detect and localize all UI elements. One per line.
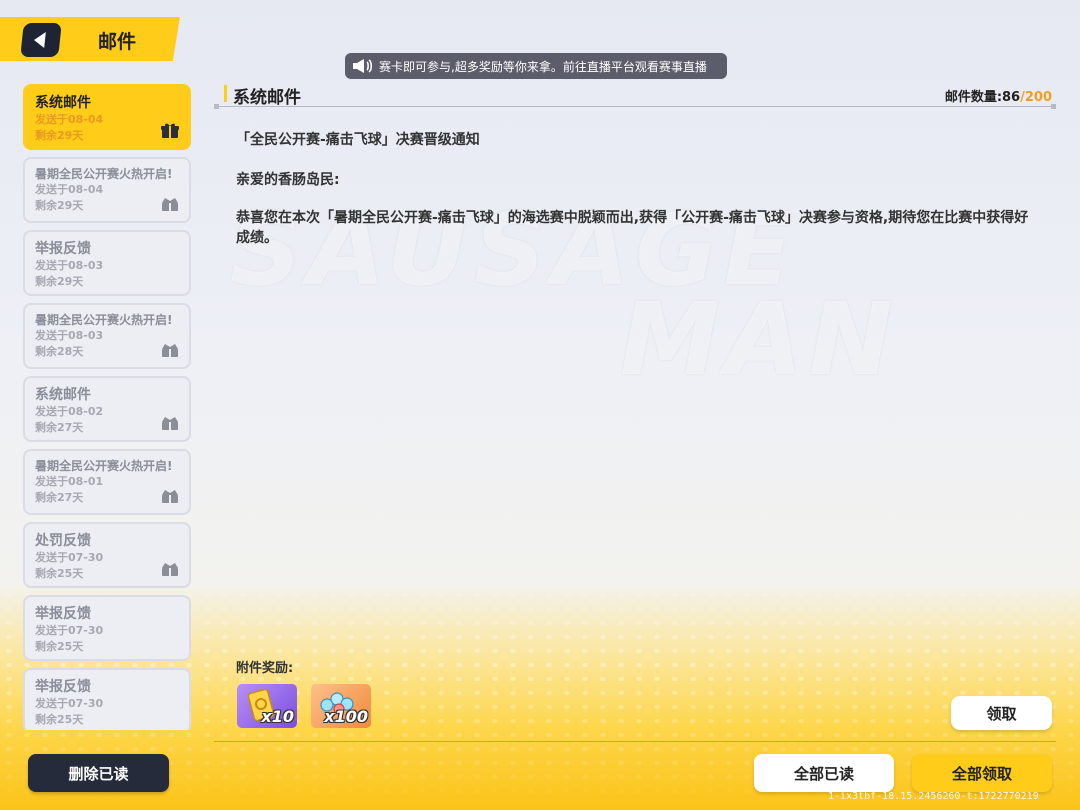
claimed-gift-icon	[161, 488, 179, 504]
mail-greeting: 亲爱的香肠岛民:	[236, 172, 340, 188]
mail-list-item[interactable]: 暑期全民公开赛火热开启! 发送于08-04 剩余29天	[23, 157, 191, 223]
mail-body: 「全民公开赛-痛击飞球」决赛晋级通知 亲爱的香肠岛民: 恭喜您在本次「暑期全民公…	[236, 130, 1036, 266]
header-divider	[214, 104, 1056, 109]
mail-item-sent-date: 发送于07-30	[35, 624, 104, 637]
mail-item-remaining: 剩余29天	[35, 275, 84, 288]
mail-item-title: 暑期全民公开赛火热开启!	[35, 313, 173, 327]
mail-item-sent-date: 发送于08-03	[35, 259, 104, 272]
claimed-gift-icon	[161, 196, 179, 212]
mail-count-label: 邮件数量:	[944, 90, 1003, 105]
mail-item-title: 处罚反馈	[35, 533, 91, 549]
mail-list-item[interactable]: 系统邮件发送于08-04 剩余29天	[23, 84, 191, 150]
claim-all-button[interactable]: 全部领取	[912, 754, 1052, 792]
reward-qty: x100	[324, 707, 368, 726]
mail-content: 恭喜您在本次「暑期全民公开赛-痛击飞球」的海选赛中脱颖而出,获得「公开赛-痛击飞…	[236, 210, 1029, 246]
mail-heading: 系统邮件	[233, 88, 301, 108]
mail-subject: 「全民公开赛-痛击飞球」决赛晋级通知	[236, 132, 480, 148]
mail-item-title: 举报反馈	[35, 241, 91, 257]
title-accent-bar	[224, 85, 227, 102]
mail-item-remaining: 剩余25天	[35, 567, 84, 580]
mail-item-remaining: 剩余29天	[35, 199, 84, 212]
back-button[interactable]	[20, 23, 62, 57]
mail-count-current: 86	[1002, 90, 1021, 105]
mail-count-max: /200	[1020, 90, 1052, 105]
mail-item-remaining: 剩余27天	[35, 491, 84, 504]
claimed-gift-icon	[161, 415, 179, 431]
mail-list[interactable]: 系统邮件 发送于08-04 剩余29天 暑期全民公开赛火热开启! 发送于08-04 剩余2…	[23, 84, 191, 730]
announcement-marquee: 赛卡即可参与,超多奖励等你来拿。前往直播平台观看赛事直播	[345, 53, 727, 79]
megaphone-icon	[345, 53, 379, 79]
mail-item-title: 暑期全民公开赛火热开启!	[35, 459, 173, 473]
mail-item-remaining: 剩余28天	[35, 345, 84, 358]
mail-item-title: 暑期全民公开赛火热开启!	[35, 167, 173, 181]
marquee-text: 赛卡即可参与,超多奖励等你来拿。前往直播平台观看赛事直播	[379, 59, 707, 74]
mail-item-sent-date: 发送于08-02	[35, 405, 104, 418]
mail-item-sent-date: 发送于08-03	[35, 329, 104, 342]
claimed-gift-icon	[161, 561, 179, 577]
delete-read-button[interactable]: 删除已读	[28, 754, 169, 792]
mail-list-item[interactable]: 处罚反馈发送于07-30 剩余25天	[23, 522, 191, 588]
gift-icon	[161, 123, 179, 139]
mail-item-sent-date: 发送于08-01	[35, 475, 104, 488]
mail-item-title: 系统邮件	[35, 95, 91, 111]
mail-item-remaining: 剩余25天	[35, 713, 84, 726]
build-id-text: 1-ix3tbf-18.15.2456260-t:1722770219	[828, 791, 1039, 802]
mail-item-remaining: 剩余25天	[35, 640, 84, 653]
mail-item-remaining: 剩余29天	[35, 129, 84, 142]
mail-item-sent-date: 发送于08-04	[35, 183, 104, 196]
attachments-label: 附件奖励:	[236, 661, 294, 676]
mail-item-title: 举报反馈	[35, 606, 91, 622]
mail-list-item[interactable]: 系统邮件发送于08-02 剩余27天	[23, 376, 191, 442]
mail-item-remaining: 剩余27天	[35, 421, 84, 434]
mail-item-title: 系统邮件	[35, 387, 91, 403]
mail-item-sent-date: 发送于07-30	[35, 551, 104, 564]
footer-divider	[214, 741, 1056, 742]
mail-list-item[interactable]: 举报反馈发送于07-30 剩余25天	[23, 668, 191, 730]
mail-list-item[interactable]: 举报反馈发送于07-30 剩余25天	[23, 595, 191, 661]
back-arrow-icon	[33, 32, 46, 48]
reward-qty: x10	[261, 707, 294, 726]
claim-button[interactable]: 领取	[951, 696, 1052, 730]
page-title: 邮件	[98, 31, 137, 53]
mail-item-title: 举报反馈	[35, 679, 91, 695]
claimed-gift-icon	[161, 342, 179, 358]
reward-item-ticket[interactable]: x10	[237, 684, 297, 728]
mail-count: 邮件数量:86/200	[945, 86, 1052, 105]
mail-item-sent-date: 发送于08-04	[35, 113, 104, 126]
mail-list-item[interactable]: 举报反馈发送于08-03 剩余29天	[23, 230, 191, 296]
mail-list-item[interactable]: 暑期全民公开赛火热开启! 发送于08-01 剩余27天	[23, 449, 191, 515]
mail-item-sent-date: 发送于07-30	[35, 697, 104, 710]
reward-item-coins[interactable]: x100	[311, 684, 371, 728]
read-all-button[interactable]: 全部已读	[754, 754, 894, 792]
mail-list-item[interactable]: 暑期全民公开赛火热开启! 发送于08-03 剩余28天	[23, 303, 191, 369]
